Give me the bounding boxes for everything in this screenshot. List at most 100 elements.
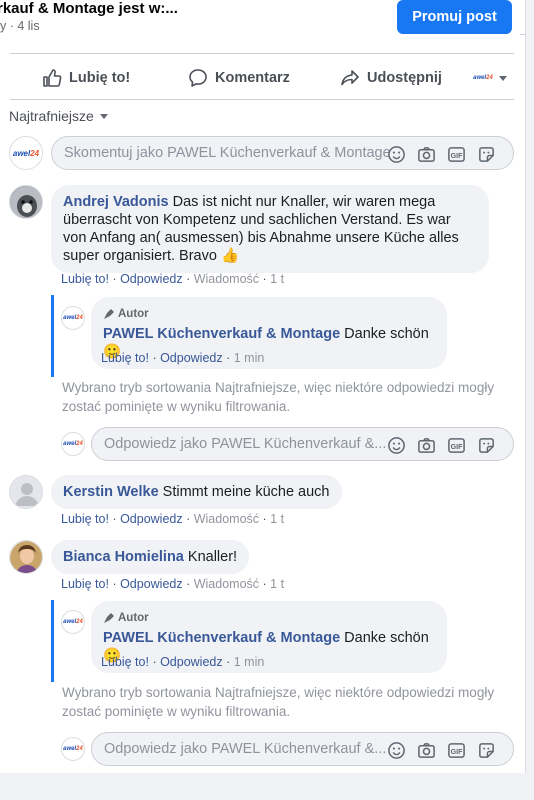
comment-author[interactable]: Andrej Vadonis	[63, 194, 169, 210]
comment-like-link[interactable]: Lubię to!	[61, 272, 109, 286]
comment-timestamp[interactable]: 1 t	[270, 272, 284, 286]
sort-dropdown[interactable]: Najtrafniejsze	[9, 108, 108, 124]
author-badge-label: Autor	[118, 612, 149, 624]
comment-message-link[interactable]: Wiadomość	[194, 512, 259, 526]
comment-meta: Lubię to! · Odpowiedz · Wiadomość · 1 t	[61, 577, 285, 591]
reply-input-placeholder: Odpowiedz jako PAWEL Küchenverkauf &...	[104, 741, 387, 757]
comment-meta: Lubię to! · Odpowiedz · Wiadomość · 1 t	[61, 272, 285, 286]
reply-text: Danke schön	[344, 326, 429, 342]
camera-icon[interactable]	[415, 434, 437, 456]
comment-bubble: Bianca Homielina Knaller!	[51, 540, 250, 574]
divider	[10, 99, 514, 100]
post-title[interactable]: rkauf & Montage jest w:...	[0, 0, 178, 17]
page-avatar: awel 24	[61, 737, 85, 761]
thumbs-up-icon	[43, 69, 62, 87]
post-actions-bar: Lubię to! Komentarz Udostępnij awel 24	[0, 60, 526, 96]
comment-icon	[189, 69, 207, 87]
svg-text:GIF: GIF	[450, 747, 463, 755]
emoji-icon[interactable]	[385, 739, 407, 761]
comment-text: Stimmt meine küche auch	[162, 484, 330, 500]
comment-timestamp[interactable]: 1 t	[270, 577, 284, 591]
sort-label: Najtrafniejsze	[9, 108, 94, 124]
comment-bubble: Kerstin Welke Stimmt meine küche auch	[51, 475, 342, 509]
thread-line	[51, 295, 54, 377]
comment-like-link[interactable]: Lubię to!	[61, 512, 109, 526]
gif-icon[interactable]: GIF	[445, 434, 467, 456]
emoji-icon[interactable]	[385, 434, 407, 456]
emoji-icon[interactable]	[385, 143, 407, 165]
avatar[interactable]	[9, 475, 43, 509]
comment-button[interactable]: Komentarz	[188, 60, 290, 96]
filter-notice: Wybrano tryb sortowania Najtrafniejsze, …	[62, 380, 495, 414]
microphone-icon	[104, 309, 114, 319]
gif-icon[interactable]: GIF	[445, 739, 467, 761]
reply-input[interactable]: Odpowiedz jako PAWEL Küchenverkauf &... …	[91, 427, 514, 461]
comment-author[interactable]: Kerstin Welke	[63, 484, 159, 500]
comment-author[interactable]: Bianca Homielina	[63, 549, 184, 565]
post-subtitle: y · 4 lis	[0, 19, 40, 33]
comment-reply-link[interactable]: Odpowiedz	[120, 272, 183, 286]
page-logo-icon: awel 24	[473, 75, 493, 81]
author-badge: Autor	[103, 305, 435, 323]
page-avatar[interactable]: awel 24	[61, 610, 85, 634]
chevron-down-icon	[499, 75, 507, 81]
microphone-icon	[104, 613, 114, 623]
thumbs-up-emoji: 👍	[220, 248, 240, 264]
reply-like-link[interactable]: Lubię to!	[101, 655, 149, 669]
comment-label: Komentarz	[215, 70, 290, 86]
comment-timestamp[interactable]: 1 t	[270, 512, 284, 526]
post-as-selector[interactable]: awel 24	[473, 60, 507, 96]
reply-like-link[interactable]: Lubię to!	[101, 351, 149, 365]
comment-reply-link[interactable]: Odpowiedz	[120, 577, 183, 591]
divider	[10, 53, 514, 54]
reply-reply-link[interactable]: Odpowiedz	[160, 655, 223, 669]
promote-post-button[interactable]: Promuj post	[397, 0, 512, 34]
author-badge-label: Autor	[118, 308, 149, 320]
input-tools: GIF	[385, 733, 497, 765]
share-label: Udostępnij	[367, 70, 442, 86]
comment-message-link[interactable]: Wiadomość	[194, 577, 259, 591]
author-badge: Autor	[103, 609, 435, 627]
like-label: Lubię to!	[69, 70, 131, 86]
post-card: rkauf & Montage jest w:... y · 4 lis Pro…	[0, 0, 526, 773]
avatar[interactable]	[9, 185, 43, 219]
avatar[interactable]	[9, 540, 43, 574]
page-avatar[interactable]: awel 24	[61, 306, 85, 330]
gif-icon[interactable]: GIF	[445, 143, 467, 165]
reply-meta: Lubię to! · Odpowiedz · 1 min	[101, 655, 265, 669]
reply-timestamp[interactable]: 1 min	[234, 351, 265, 365]
comment-bubble: Andrej Vadonis Das ist nicht nur Knaller…	[51, 185, 489, 273]
comment-reply-link[interactable]: Odpowiedz	[120, 512, 183, 526]
comment-message-link[interactable]: Wiadomość	[194, 272, 259, 286]
input-tools: GIF	[385, 428, 497, 460]
chevron-down-icon	[99, 113, 108, 119]
sticker-icon[interactable]	[475, 739, 497, 761]
input-tools: GIF	[385, 137, 497, 169]
page-avatar: awel 24	[9, 136, 43, 170]
comment-like-link[interactable]: Lubię to!	[61, 577, 109, 591]
share-icon	[341, 70, 359, 86]
reply-input[interactable]: Odpowiedz jako PAWEL Küchenverkauf &... …	[91, 732, 514, 766]
like-button[interactable]: Lubię to!	[42, 60, 130, 96]
reply-reply-link[interactable]: Odpowiedz	[160, 351, 223, 365]
comment-meta: Lubię to! · Odpowiedz · Wiadomość · 1 t	[61, 512, 285, 526]
reply-text: Danke schön	[344, 630, 429, 646]
reply-input-placeholder: Odpowiedz jako PAWEL Küchenverkauf &...	[104, 436, 387, 452]
filter-notice: Wybrano tryb sortowania Najtrafniejsze, …	[62, 685, 495, 719]
camera-icon[interactable]	[415, 143, 437, 165]
camera-icon[interactable]	[415, 739, 437, 761]
svg-text:GIF: GIF	[450, 151, 463, 159]
sticker-icon[interactable]	[475, 434, 497, 456]
thread-line	[51, 600, 54, 682]
share-button[interactable]: Udostępnij	[340, 60, 442, 96]
reply-author[interactable]: PAWEL Küchenverkauf & Montage	[103, 326, 340, 342]
comment-input[interactable]: Skomentuj jako PAWEL Küchenverkauf & Mon…	[51, 136, 514, 170]
reply-author[interactable]: PAWEL Küchenverkauf & Montage	[103, 630, 340, 646]
svg-text:GIF: GIF	[450, 442, 463, 450]
reply-timestamp[interactable]: 1 min	[234, 655, 265, 669]
page-avatar: awel 24	[61, 432, 85, 456]
sticker-icon[interactable]	[475, 143, 497, 165]
comment-input-placeholder: Skomentuj jako PAWEL Küchenverkauf & Mon…	[64, 145, 391, 161]
reply-meta: Lubię to! · Odpowiedz · 1 min	[101, 351, 265, 365]
comment-text: Knaller!	[187, 549, 238, 565]
